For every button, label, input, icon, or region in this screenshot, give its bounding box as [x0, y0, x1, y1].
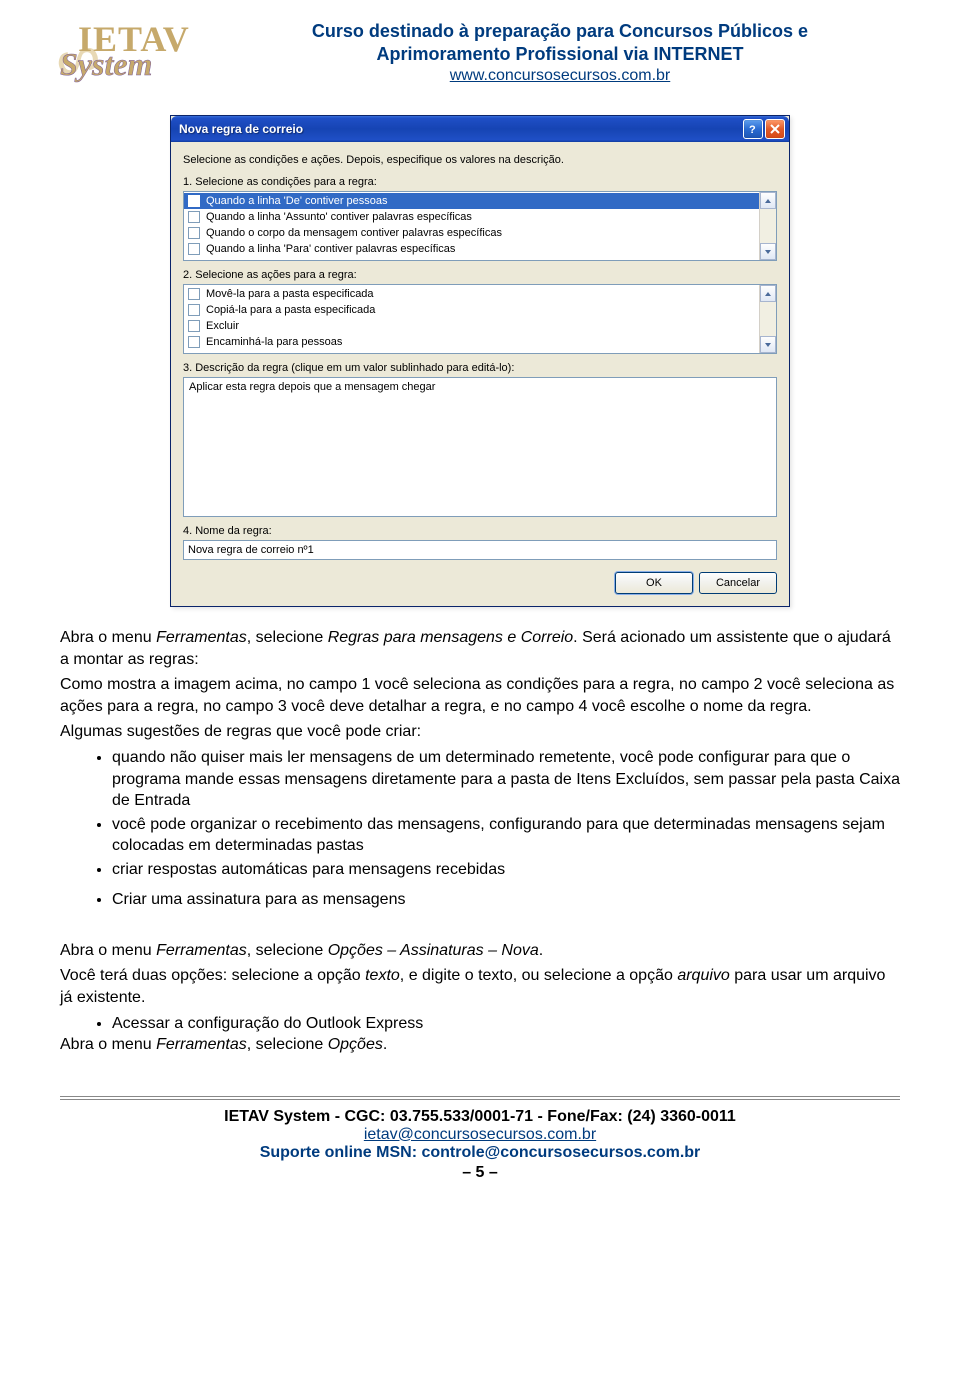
dialog-title: Nova regra de correio	[179, 122, 741, 136]
logo: ᔕ IETAV System	[60, 20, 210, 85]
text-fragment: , selecione	[247, 942, 328, 959]
help-button[interactable]: ?	[743, 119, 763, 139]
ok-button[interactable]: OK	[615, 572, 693, 594]
checkbox-icon[interactable]	[188, 304, 200, 316]
dialog-instruction: Selecione as condições e ações. Depois, …	[183, 154, 777, 166]
text-fragment: , e digite o texto, ou selecione a opção	[400, 967, 678, 984]
text-fragment: .	[383, 1036, 387, 1053]
condition-item[interactable]: Quando a linha 'Para' contiver palavras …	[184, 241, 759, 257]
checkbox-icon[interactable]	[188, 227, 200, 239]
scroll-track[interactable]	[760, 302, 776, 336]
actions-label: 2. Selecione as ações para a regra:	[183, 269, 777, 281]
checkbox-icon[interactable]	[188, 195, 200, 207]
list-item: quando não quiser mais ler mensagens de …	[112, 747, 900, 812]
scroll-up-button[interactable]	[760, 285, 776, 302]
list-item-label: Quando a linha 'Para' contiver palavras …	[206, 243, 455, 255]
list-item-label: Excluir	[206, 320, 239, 332]
checkbox-icon[interactable]	[188, 320, 200, 332]
list-item: você pode organizar o recebimento das me…	[112, 814, 900, 857]
footer-company-line: IETAV System - CGC: 03.755.533/0001-71 -…	[60, 1108, 900, 1126]
checkbox-icon[interactable]	[188, 243, 200, 255]
rule-description-box[interactable]: Aplicar esta regra depois que a mensagem…	[183, 377, 777, 517]
dialog-titlebar: Nova regra de correio ?	[171, 116, 789, 142]
scroll-up-button[interactable]	[760, 192, 776, 209]
condition-item[interactable]: Quando a linha 'De' contiver pessoas	[184, 193, 759, 209]
list-item-label: Copiá-la para a pasta especificada	[206, 304, 375, 316]
close-button[interactable]	[765, 119, 785, 139]
action-item[interactable]: Movê-la para a pasta especificada	[184, 286, 759, 302]
action-item[interactable]: Excluir	[184, 318, 759, 334]
list-item-label: Movê-la para a pasta especificada	[206, 288, 374, 300]
footer-msn-label: Suporte online MSN:	[260, 1144, 422, 1161]
paragraph: Algumas sugestões de regras que você pod…	[60, 721, 900, 743]
page-header: ᔕ IETAV System Curso destinado à prepara…	[60, 20, 900, 85]
footer-msn-value: controle@concursosecursos.com.br	[421, 1144, 700, 1161]
dialog-actions-row: OK Cancelar	[183, 560, 777, 594]
rule-name-input[interactable]	[183, 540, 777, 560]
scroll-down-button[interactable]	[760, 243, 776, 260]
scroll-track[interactable]	[760, 209, 776, 243]
header-url-link[interactable]: www.concursosecursos.com.br	[450, 67, 671, 84]
page-footer: IETAV System - CGC: 03.755.533/0001-71 -…	[60, 1096, 900, 1182]
condition-item[interactable]: Quando o corpo da mensagem contiver pala…	[184, 225, 759, 241]
description-label: 3. Descrição da regra (clique em um valo…	[183, 362, 777, 374]
list-item: criar respostas automáticas para mensage…	[112, 859, 900, 881]
list-item-label: Quando o corpo da mensagem contiver pala…	[206, 227, 502, 239]
new-rule-dialog: Nova regra de correio ? Selecione as con…	[170, 115, 790, 607]
italic-text: Ferramentas	[156, 942, 247, 959]
logo-text-bottom: System	[60, 46, 152, 83]
italic-text: arquivo	[677, 967, 729, 984]
list-item: Criar uma assinatura para as mensagens	[112, 889, 900, 911]
condition-item[interactable]: Quando a linha 'Assunto' contiver palavr…	[184, 209, 759, 225]
header-title-line1: Curso destinado à preparação para Concur…	[220, 20, 900, 43]
italic-text: Regras para mensagens e Correio	[328, 629, 573, 646]
checkbox-icon[interactable]	[188, 288, 200, 300]
text-fragment: Abra o menu	[60, 1036, 156, 1053]
checkbox-icon[interactable]	[188, 211, 200, 223]
checkbox-icon[interactable]	[188, 336, 200, 348]
actions-listbox[interactable]: Movê-la para a pasta especificada Copiá-…	[183, 284, 777, 354]
action-item[interactable]: Encaminhá-la para pessoas	[184, 334, 759, 350]
list-item: Acessar a configuração do Outlook Expres…	[112, 1013, 900, 1035]
italic-text: Opções	[328, 1036, 383, 1053]
description-text: Aplicar esta regra depois que a mensagem…	[189, 381, 435, 393]
scrollbar[interactable]	[759, 285, 776, 353]
footer-email-link[interactable]: ietav@concursosecursos.com.br	[364, 1126, 596, 1143]
conditions-label: 1. Selecione as condições para a regra:	[183, 176, 777, 188]
text-fragment: Abra o menu	[60, 942, 156, 959]
document-body-text: Abra o menu Ferramentas, selecione Regra…	[60, 627, 900, 1056]
italic-text: texto	[365, 967, 400, 984]
paragraph: Como mostra a imagem acima, no campo 1 v…	[60, 674, 900, 717]
conditions-listbox[interactable]: Quando a linha 'De' contiver pessoas Qua…	[183, 191, 777, 261]
text-fragment: .	[539, 942, 543, 959]
svg-text:?: ?	[749, 124, 756, 135]
italic-text: Ferramentas	[156, 1036, 247, 1053]
action-item[interactable]: Copiá-la para a pasta especificada	[184, 302, 759, 318]
header-title-line2: Aprimoramento Profissional via INTERNET	[220, 43, 900, 66]
page-number: – 5 –	[60, 1164, 900, 1182]
text-fragment: , selecione	[247, 629, 328, 646]
text-fragment: Abra o menu	[60, 629, 156, 646]
scroll-down-button[interactable]	[760, 336, 776, 353]
cancel-button[interactable]: Cancelar	[699, 572, 777, 594]
list-item-label: Quando a linha 'Assunto' contiver palavr…	[206, 211, 472, 223]
text-fragment: , selecione	[247, 1036, 328, 1053]
italic-text: Opções – Assinaturas – Nova	[328, 942, 539, 959]
scrollbar[interactable]	[759, 192, 776, 260]
list-item-label: Quando a linha 'De' contiver pessoas	[206, 195, 388, 207]
text-fragment: Você terá duas opções: selecione a opção	[60, 967, 365, 984]
italic-text: Ferramentas	[156, 629, 247, 646]
list-item-label: Encaminhá-la para pessoas	[206, 336, 342, 348]
text-fragment: quando não quiser mais ler mensagens de …	[112, 749, 900, 809]
name-label: 4. Nome da regra:	[183, 525, 777, 537]
